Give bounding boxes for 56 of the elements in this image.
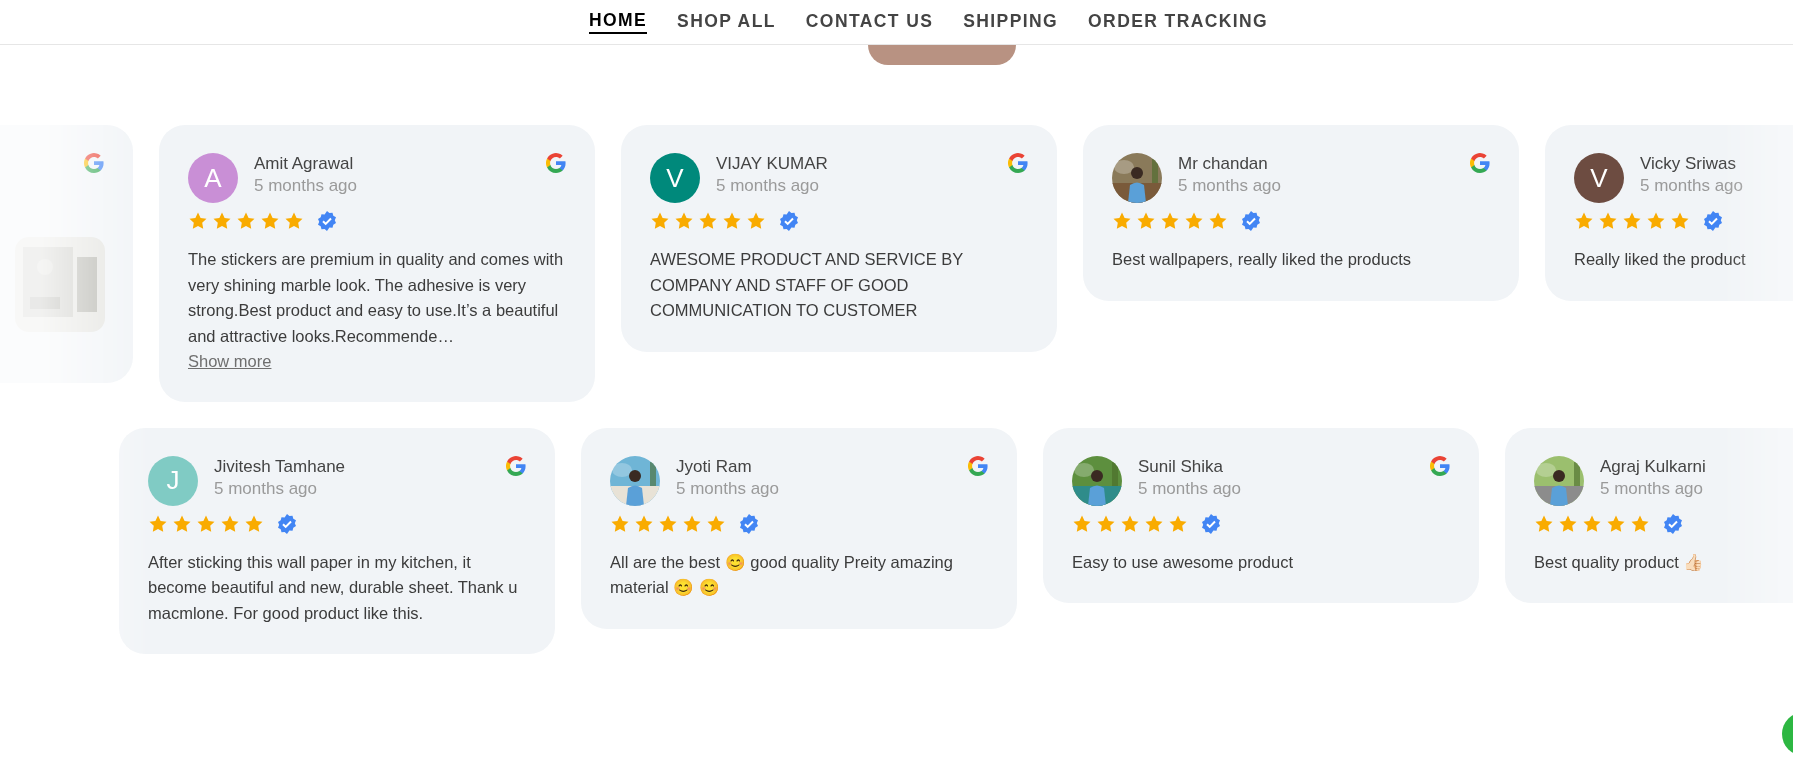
review-time: 5 months ago [254,175,358,198]
star-icon [746,211,766,231]
nav-link[interactable]: HOME [589,10,648,34]
review-time: 5 months ago [676,477,780,500]
review-text: AWESOME PRODUCT AND SERVICE BY COMPANY AND STAFF OF GOOD COMMUNICATION TO CUSTOMER [650,249,964,321]
star-icon [1136,211,1156,231]
nav-link[interactable]: SHIPPING [963,11,1059,33]
star-icon [1646,211,1666,231]
show-more-link[interactable]: Show more [188,349,272,374]
review-time: 5 months ago [1138,477,1242,500]
reviewer-name: Mr chandan [1178,153,1269,175]
review-text: All are the best 😊 good quality Preity amazing material 😊 😊 [610,551,954,599]
pill-button[interactable] [868,45,1016,65]
google-icon [84,153,104,173]
star-icon [674,211,694,231]
reviewer-name: Jyoti Ram [676,455,753,478]
star-icon [188,211,208,231]
reviewer-name: Jivitesh Tamhane [214,455,347,478]
review-text: The stickers are premium in quality and comes with very shining marble look. The adhesive is very strong.Best product and easy to use.It’s a beautiful and attractive looks.Recommende… [188,249,565,347]
star-icon [1160,211,1180,231]
review-text: After sticking this wall paper in my kitchen, it become beautiful and new, durable sheet. Thank u macmlone. For good product like this. [148,551,519,624]
review-text: Easy to use awesome product [1072,551,1295,573]
avatar: V [650,153,700,203]
reviewer-name: Sunil Shika [1138,455,1225,478]
review-time: 5 months ago [1600,477,1704,500]
review-text: Really liked the product [1574,249,1747,270]
reviewer-name: Amit Agrawal [254,153,355,175]
nav-link[interactable]: SHOP ALL [677,11,776,33]
avatar: J [148,455,198,506]
star-icon [1574,211,1594,231]
star-icon [1184,211,1204,231]
avatar: A [188,153,238,203]
avatar: V [1574,153,1624,203]
star-icon [212,211,232,231]
review-time: 5 months ago [716,175,820,198]
nav-link[interactable]: CONTACT US [805,11,934,33]
review-time: 5 months ago [214,477,318,500]
star-icon [1622,211,1642,231]
star-icon [284,211,304,231]
star-icon [260,211,280,231]
star-icon [1598,211,1618,231]
star-icon [722,211,742,231]
review-text: Best wallpapers, really liked the products [1112,249,1412,270]
reviewer-name: Agraj Kulkarni [1600,455,1707,478]
star-icon [236,211,256,231]
review-time: 5 months ago [1178,175,1282,198]
star-icon [650,211,670,231]
star-icon [698,211,718,231]
nav-link[interactable]: ORDER TRACKING [1088,11,1269,33]
star-icon [1670,211,1690,231]
review-time: 5 months ago [1640,175,1744,198]
reviewer-name: Vicky Sriwas [1640,153,1738,175]
star-icon [1208,211,1228,231]
star-icon [1112,211,1132,231]
reviewer-name: VIJAY KUMAR [716,153,829,175]
review-text: Best quality product 👍🏻 [1534,551,1706,573]
